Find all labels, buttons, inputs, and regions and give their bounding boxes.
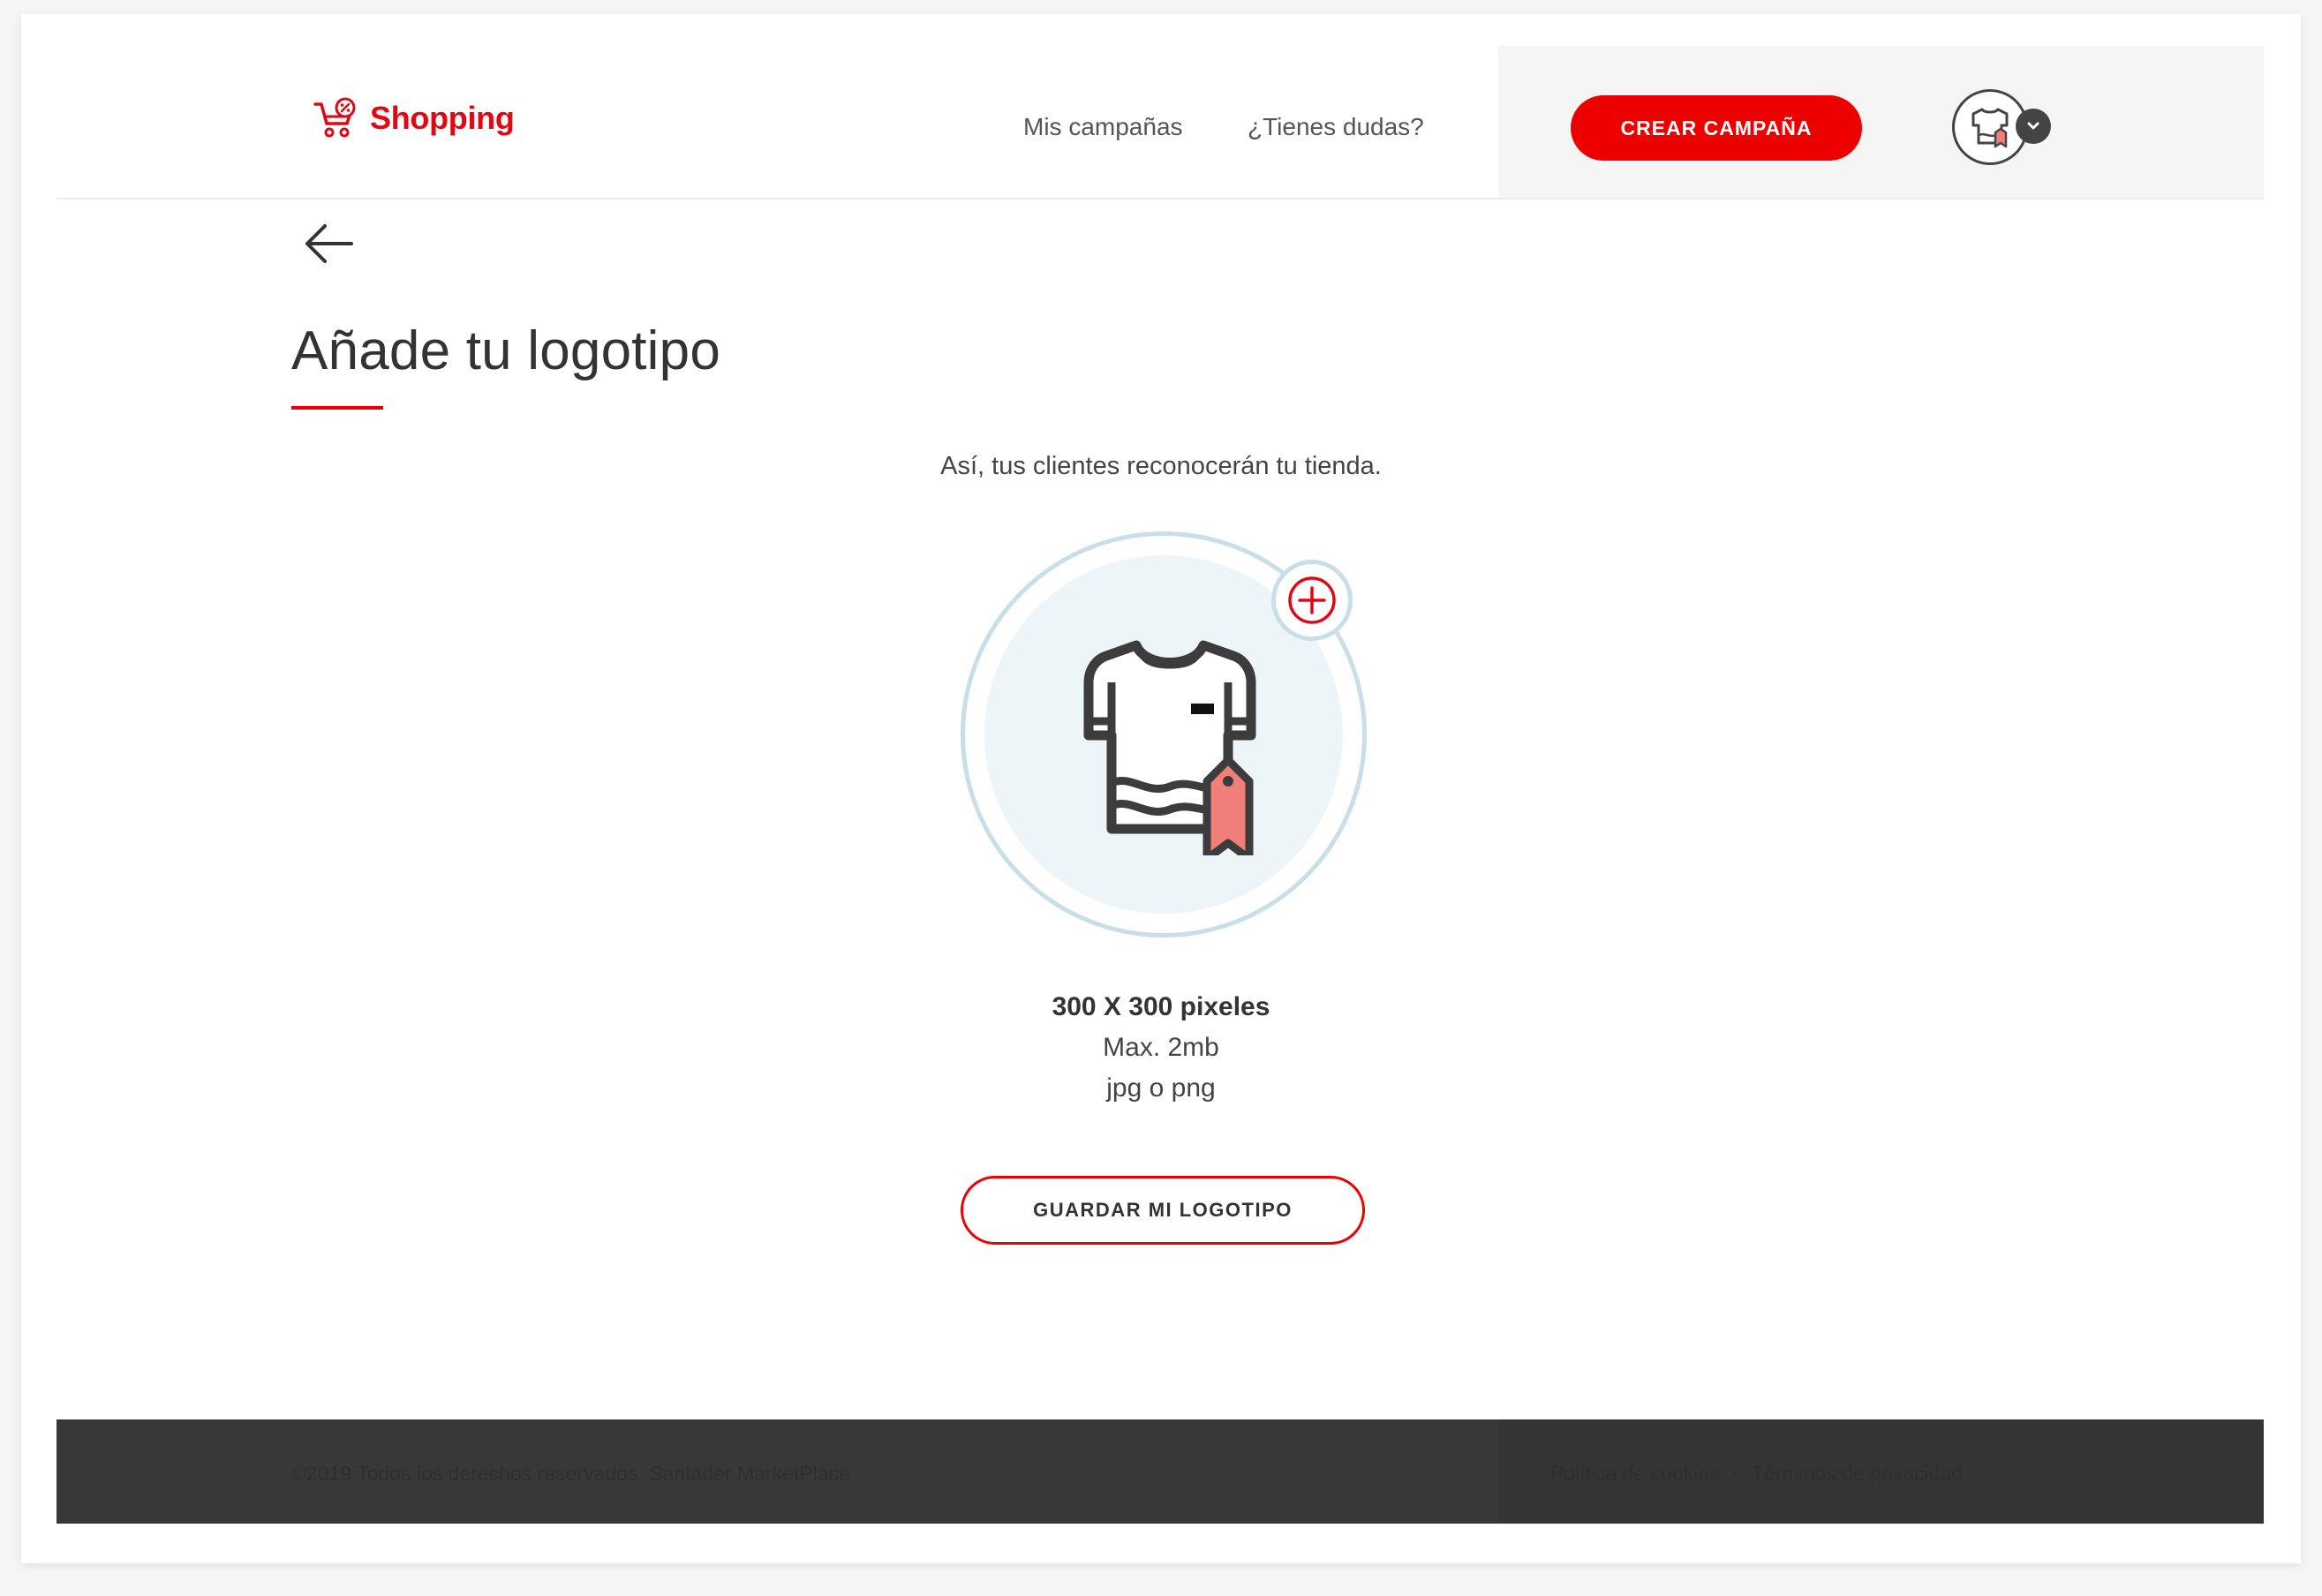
nav-tienes-dudas[interactable]: ¿Tienes dudas? xyxy=(1248,113,1424,141)
brand-logo[interactable]: Shopping xyxy=(313,97,515,139)
crear-campana-button[interactable]: CREAR CAMPAÑA xyxy=(1571,95,1862,161)
title-underline xyxy=(291,406,383,410)
back-button[interactable] xyxy=(300,215,357,272)
brand-name: Shopping xyxy=(370,100,515,136)
top-header: Shopping Mis campañas ¿Tienes dudas? CRE… xyxy=(57,46,2264,200)
footer-links: Política de cookies • Términos de privac… xyxy=(1550,1462,1963,1486)
footer-link-cookies[interactable]: Política de cookies xyxy=(1550,1462,1720,1486)
shopping-cart-icon xyxy=(313,97,356,138)
chevron-down-icon[interactable] xyxy=(2016,109,2051,144)
spec-dimensions: 300 X 300 pixeles xyxy=(1052,992,1270,1021)
page-subtitle: Así, tus clientes reconocerán tu tienda. xyxy=(940,452,1382,480)
footer-copyright: ©2019 Todos los derechos reservados. San… xyxy=(291,1462,850,1485)
spec-max-size: Max. 2mb xyxy=(1103,1033,1219,1062)
page-title: Añade tu logotipo xyxy=(291,320,721,381)
add-logo-button[interactable] xyxy=(1271,560,1353,641)
footer: ©2019 Todos los derechos reservados. San… xyxy=(57,1419,2264,1524)
footer-link-privacy[interactable]: Términos de privacidad xyxy=(1752,1462,1963,1486)
tshirt-icon xyxy=(1971,108,2009,148)
arrow-left-icon xyxy=(305,224,353,263)
tshirt-tag-icon xyxy=(1083,640,1256,855)
plus-circle-icon xyxy=(1288,576,1336,624)
user-menu[interactable] xyxy=(1952,89,2067,167)
guardar-logotipo-button[interactable]: GUARDAR MI LOGOTIPO xyxy=(961,1176,1365,1245)
page-card: Shopping Mis campañas ¿Tienes dudas? CRE… xyxy=(21,14,2301,1563)
spec-formats: jpg o png xyxy=(1106,1073,1216,1103)
nav-mis-campanas[interactable]: Mis campañas xyxy=(1023,113,1183,141)
footer-separator: • xyxy=(1731,1462,1739,1485)
